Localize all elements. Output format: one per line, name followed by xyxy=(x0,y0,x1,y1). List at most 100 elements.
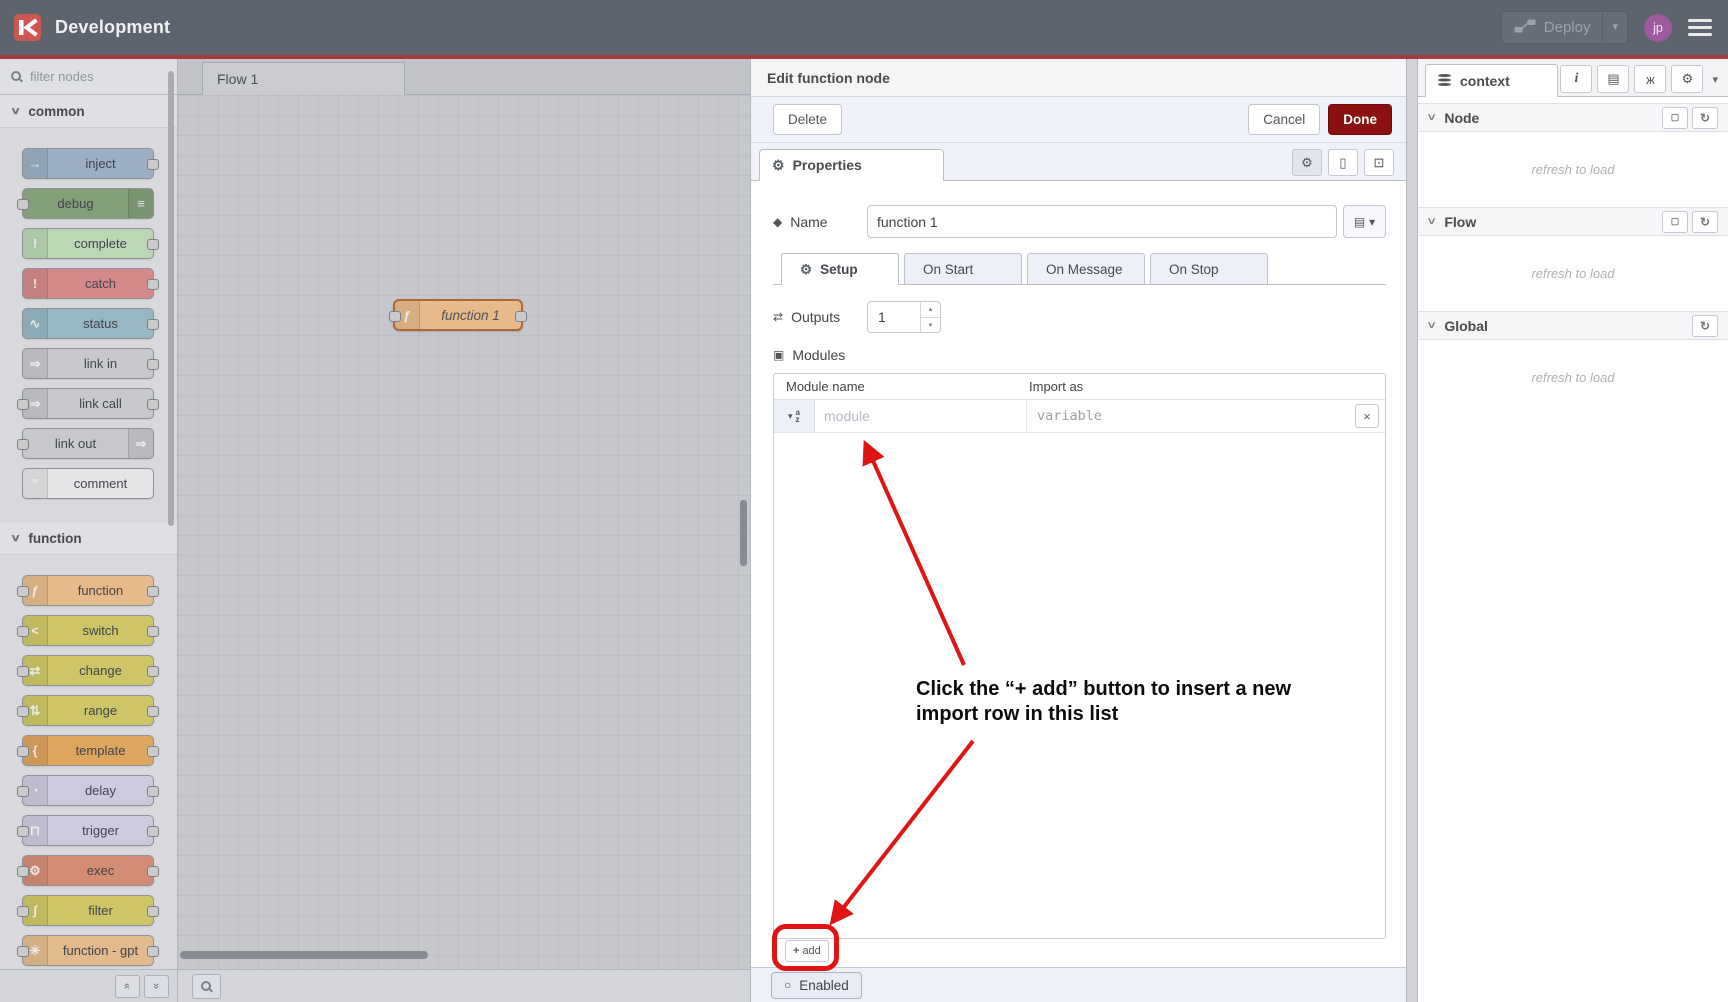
palette-node-delay[interactable]: ◔delay xyxy=(22,775,154,806)
palette-node-change[interactable]: ⇄change xyxy=(22,655,154,686)
delete-button[interactable]: Delete xyxy=(773,104,842,135)
tab-setup[interactable]: ⚙Setup xyxy=(781,253,899,285)
edit-description-button[interactable]: ▯ xyxy=(1328,149,1358,176)
category-label: common xyxy=(28,104,84,119)
palette-node-exec[interactable]: ⚙exec xyxy=(22,855,154,886)
outputs-stepper[interactable]: 1 ▴ ▾ xyxy=(867,301,941,333)
node-input-port[interactable] xyxy=(389,311,401,322)
stepper-up-button[interactable]: ▴ xyxy=(921,302,940,318)
dialog-title: Edit function node xyxy=(751,59,1406,97)
deploy-button-main[interactable]: Deploy xyxy=(1502,19,1603,37)
palette-node-label: filter xyxy=(48,903,153,918)
palette-node-comment[interactable]: ”comment xyxy=(22,468,154,499)
context-section-body-global: refresh to load xyxy=(1418,340,1728,415)
palette-node-trigger[interactable]: ⊓trigger xyxy=(22,815,154,846)
name-input[interactable] xyxy=(867,205,1337,238)
node-input-port xyxy=(17,706,29,717)
palette-node-link-out[interactable]: link out⇒ xyxy=(22,428,154,459)
canvas-zoom-button[interactable] xyxy=(192,974,221,999)
refresh-button[interactable]: ↻ xyxy=(1692,315,1718,337)
palette-category-common[interactable]: ∨common xyxy=(0,95,177,128)
name-library-button[interactable]: ▤ ▾ xyxy=(1343,205,1386,238)
refresh-button[interactable]: ↻ xyxy=(1692,211,1718,233)
annotation-highlight-ring xyxy=(772,924,839,971)
edit-properties-button[interactable]: ⚙ xyxy=(1292,149,1322,176)
right-sidebar: context i ▤ ж ⚙ ▾ ∨Node▢↻ refresh to load… xyxy=(1417,59,1728,1002)
palette-filter-input[interactable]: filter nodes xyxy=(0,59,177,95)
remove-row-button[interactable]: × xyxy=(1355,404,1379,428)
node-output-port[interactable] xyxy=(515,311,527,322)
palette-expand-all-button[interactable]: » xyxy=(144,975,169,998)
dialog-tab-bar: ⚙ Properties ⚙ ▯ ⊡ xyxy=(751,143,1406,181)
empty-state-text: refresh to load xyxy=(1531,162,1614,177)
flow-canvas[interactable]: ƒ function 1 xyxy=(178,95,750,969)
sidebar-splitter[interactable] xyxy=(1407,59,1417,1002)
tab-flow-1[interactable]: Flow 1 xyxy=(202,62,405,95)
context-section-global[interactable]: ∨Global↻ xyxy=(1418,311,1728,340)
refresh-button[interactable]: ↻ xyxy=(1692,107,1718,129)
tab-on-stop[interactable]: On Stop xyxy=(1150,253,1268,284)
module-name-input[interactable]: module xyxy=(815,400,1027,432)
palette-node-template[interactable]: {template xyxy=(22,735,154,766)
context-section-flow[interactable]: ∨Flow▢↻ xyxy=(1418,207,1728,236)
edit-appearance-button[interactable]: ⊡ xyxy=(1364,149,1394,176)
node-input-port xyxy=(17,746,29,757)
palette-node-status[interactable]: ∿status xyxy=(22,308,154,339)
context-sections: ∨Node▢↻refresh to load∨Flow▢↻refresh to … xyxy=(1418,103,1728,415)
palette-collapse-all-button[interactable]: » xyxy=(115,975,140,998)
palette-node-range[interactable]: ⇅range xyxy=(22,695,154,726)
palette-node-label: change xyxy=(48,663,153,678)
palette-node-function[interactable]: ƒfunction xyxy=(22,575,154,606)
config-tab-button[interactable]: ⚙ xyxy=(1671,65,1703,93)
row-sort-control[interactable]: ▾ az xyxy=(774,400,815,432)
done-button[interactable]: Done xyxy=(1328,104,1392,135)
main-menu-button[interactable] xyxy=(1688,19,1712,36)
palette-node-link-call[interactable]: ⇒link call xyxy=(22,388,154,419)
palette-node-label: switch xyxy=(48,623,153,638)
node-enabled-toggle[interactable]: ○ Enabled xyxy=(771,972,862,999)
expand-button[interactable]: ▢ xyxy=(1662,107,1688,129)
debug-tab-button[interactable]: ж xyxy=(1634,65,1666,93)
palette-node-link-in[interactable]: ⇒link in xyxy=(22,348,154,379)
canvas-horizontal-scrollbar[interactable] xyxy=(180,951,428,959)
node-output-port xyxy=(147,866,159,877)
column-import-as: Import as xyxy=(1017,379,1083,394)
outputs-value: 1 xyxy=(868,302,920,332)
context-section-body-node: refresh to load xyxy=(1418,132,1728,207)
expand-button[interactable]: ▢ xyxy=(1662,211,1688,233)
canvas-vertical-scrollbar[interactable] xyxy=(740,500,747,566)
sidebar-options-caret[interactable]: ▾ xyxy=(1712,73,1718,86)
section-label: Flow xyxy=(1444,214,1476,230)
tab-on-message[interactable]: On Message xyxy=(1027,253,1145,284)
palette-node-label: catch xyxy=(48,276,153,291)
cancel-button[interactable]: Cancel xyxy=(1248,104,1320,135)
tab-context[interactable]: context xyxy=(1425,64,1558,97)
palette-node-function---gpt[interactable]: ✳function - gpt xyxy=(22,935,154,966)
context-section-node[interactable]: ∨Node▢↻ xyxy=(1418,103,1728,132)
book-icon: ▤ xyxy=(1354,215,1365,229)
node-output-port xyxy=(147,946,159,957)
palette-category-function[interactable]: ∨function xyxy=(0,522,177,555)
deploy-options-caret[interactable]: ▾ xyxy=(1602,13,1627,42)
palette-node-complete[interactable]: !complete xyxy=(22,228,154,259)
node-output-port xyxy=(147,706,159,717)
palette-node-catch[interactable]: !catch xyxy=(22,268,154,299)
node-output-port xyxy=(147,746,159,757)
canvas-node-function-1[interactable]: ƒ function 1 xyxy=(393,299,523,331)
palette-node-inject[interactable]: →inject xyxy=(22,148,154,179)
help-tab-button[interactable]: ▤ xyxy=(1597,65,1629,93)
palette-node-filter[interactable]: ʃfilter xyxy=(22,895,154,926)
user-avatar[interactable]: jp xyxy=(1644,14,1672,42)
stepper-down-button[interactable]: ▾ xyxy=(921,318,940,333)
deploy-button[interactable]: Deploy ▾ xyxy=(1501,11,1628,44)
palette-footer: » » xyxy=(0,970,178,1002)
palette-node-debug[interactable]: debug≡ xyxy=(22,188,154,219)
palette-node-switch[interactable]: <switch xyxy=(22,615,154,646)
tab-on-start[interactable]: On Start xyxy=(904,253,1022,284)
dialog-toolbar: Delete Cancel Done xyxy=(751,97,1406,143)
modules-table-header: Module name Import as xyxy=(774,374,1385,400)
palette-scrollbar[interactable] xyxy=(168,71,174,526)
info-tab-button[interactable]: i xyxy=(1560,65,1592,93)
import-as-input[interactable]: variable xyxy=(1027,400,1355,432)
tab-properties[interactable]: ⚙ Properties xyxy=(759,149,944,181)
